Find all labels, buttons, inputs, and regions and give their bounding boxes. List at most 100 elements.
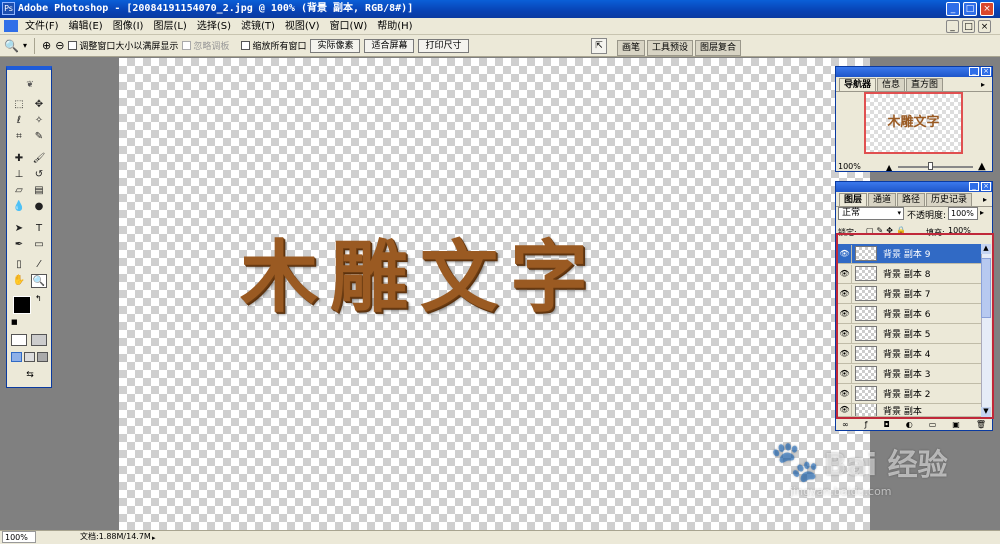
jump-to-imageready-icon[interactable]: ⇆ [13, 370, 47, 384]
layer-row[interactable]: 👁 背景 副本 8 [838, 264, 981, 284]
lasso-tool-icon[interactable]: ℓ [11, 114, 27, 128]
dodge-tool-icon[interactable]: ● [31, 200, 47, 214]
panel-minimize-button[interactable]: _ [969, 67, 979, 76]
lock-options-icon[interactable]: ▢✎✥🔒 [866, 226, 909, 235]
marquee-tool-icon[interactable]: ⬚ [11, 98, 27, 112]
navigator-zoom-slider-handle[interactable] [928, 162, 933, 170]
resize-windows-checkbox[interactable]: 调整窗口大小以满屏显示 [68, 39, 178, 52]
standard-mode-icon[interactable] [11, 334, 27, 346]
magic-wand-tool-icon[interactable]: ✧ [31, 114, 47, 128]
restore-button[interactable]: □ [963, 2, 977, 16]
layer-row[interactable]: 👁 背景 副本 6 [838, 304, 981, 324]
menu-select[interactable]: 选择(S) [192, 18, 236, 35]
layer-row[interactable]: 👁 背景 副本 3 [838, 364, 981, 384]
new-layer-icon[interactable]: ▣ [952, 420, 960, 430]
layer-row[interactable]: 👁 背景 副本 7 [838, 284, 981, 304]
minimize-button[interactable]: _ [946, 2, 960, 16]
panel-close-button[interactable]: × [981, 67, 991, 76]
zoom-tool-icon[interactable]: 🔍 [31, 274, 47, 288]
close-button[interactable]: × [980, 2, 994, 16]
eraser-tool-icon[interactable]: ▱ [11, 184, 27, 198]
tab-navigator[interactable]: 导航器 [839, 78, 877, 91]
eye-icon[interactable]: 👁 [838, 244, 852, 263]
tab-info[interactable]: 信息 [877, 78, 906, 91]
hand-tool-icon[interactable]: ✋ [11, 274, 27, 288]
default-colors-icon[interactable]: ■ [11, 318, 18, 326]
menu-window[interactable]: 窗口(W) [325, 18, 373, 35]
doc-minimize-button[interactable]: _ [946, 20, 959, 33]
panel-minimize-button[interactable]: _ [969, 182, 979, 191]
scroll-up-icon[interactable]: ▲ [981, 244, 991, 254]
adjustment-layer-icon[interactable]: ◐ [906, 420, 913, 430]
notes-tool-icon[interactable]: ▯ [11, 258, 27, 272]
panel-menu-icon[interactable]: ▸ [981, 80, 985, 89]
menu-image[interactable]: 图像(I) [108, 18, 149, 35]
checkbox-box[interactable] [68, 41, 78, 50]
print-size-button[interactable]: 打印尺寸 [418, 38, 469, 53]
eye-icon[interactable]: 👁 [838, 324, 852, 343]
opacity-arrow-icon[interactable]: ▸ [980, 208, 984, 217]
eye-icon[interactable]: 👁 [838, 364, 852, 383]
pen-tool-icon[interactable]: ✒ [11, 238, 27, 252]
tab-channels[interactable]: 通道 [868, 193, 897, 206]
blur-tool-icon[interactable]: 💧 [11, 200, 27, 214]
menu-layer[interactable]: 图层(L) [148, 18, 191, 35]
zoom-out-small-icon[interactable]: ▲ [886, 163, 892, 172]
shape-tool-icon[interactable]: ▭ [31, 238, 47, 252]
zoom-all-windows-checkbox[interactable]: 缩放所有窗口 [241, 39, 306, 52]
screen-mode-full-icon[interactable] [37, 352, 48, 362]
status-menu-icon[interactable]: ▸ [152, 532, 156, 544]
swap-colors-icon[interactable]: ↰ [35, 294, 42, 303]
layer-row[interactable]: 👁 背景 副本 9 [838, 244, 981, 264]
fill-value[interactable]: 100% [948, 226, 978, 238]
eye-icon[interactable]: 👁 [838, 404, 852, 416]
history-brush-tool-icon[interactable]: ↺ [31, 168, 47, 182]
eye-icon[interactable]: 👁 [838, 284, 852, 303]
screen-mode-full-menu-icon[interactable] [24, 352, 35, 362]
zoom-in-icon[interactable]: ⊕ [42, 39, 51, 52]
delete-layer-icon[interactable]: 🗑 [976, 420, 986, 430]
layer-row[interactable]: 👁 背景 副本 2 [838, 384, 981, 404]
palette-well-tab-brushes[interactable]: 画笔 [617, 40, 646, 56]
chevron-down-icon[interactable]: ▾ [23, 41, 27, 50]
checkbox-box[interactable] [241, 41, 251, 50]
opacity-input[interactable]: 100% [948, 207, 978, 220]
eye-icon[interactable]: 👁 [838, 384, 852, 403]
layer-row[interactable]: 👁 背景 副本 5 [838, 324, 981, 344]
link-layers-icon[interactable]: ∞ [842, 420, 849, 430]
eye-icon[interactable]: 👁 [838, 304, 852, 323]
layer-row[interactable]: 👁 背景 副本 [838, 404, 981, 417]
actual-pixels-button[interactable]: 实际像素 [310, 38, 361, 53]
healing-brush-tool-icon[interactable]: ✚ [11, 152, 27, 166]
document-icon[interactable] [4, 20, 18, 32]
scroll-down-icon[interactable]: ▼ [981, 407, 991, 417]
brush-tool-icon[interactable]: 🖌 [31, 152, 47, 166]
navigator-zoom-slider[interactable] [898, 166, 973, 168]
eye-icon[interactable]: 👁 [838, 264, 852, 283]
move-tool-icon[interactable]: ✥ [31, 98, 47, 112]
new-group-icon[interactable]: ▭ [929, 420, 937, 430]
eye-icon[interactable]: 👁 [838, 344, 852, 363]
feather-logo-icon[interactable]: ❦ [13, 78, 47, 92]
tab-histogram[interactable]: 直方图 [906, 78, 944, 91]
zoom-in-small-icon[interactable]: ▲ [978, 161, 986, 172]
palette-well-tab-layer-comps[interactable]: 图层复合 [695, 40, 742, 56]
menu-filter[interactable]: 滤镜(T) [236, 18, 280, 35]
menu-view[interactable]: 视图(V) [280, 18, 325, 35]
scrollbar-thumb[interactable] [981, 258, 991, 318]
tab-paths[interactable]: 路径 [897, 193, 926, 206]
gradient-tool-icon[interactable]: ▤ [31, 184, 47, 198]
navigator-zoom-value[interactable]: 100% [838, 162, 861, 171]
menu-edit[interactable]: 编辑(E) [64, 18, 108, 35]
quick-mask-mode-icon[interactable] [31, 334, 47, 346]
menu-file[interactable]: 文件(F) [20, 18, 64, 35]
blend-mode-select[interactable]: 正常 ▾ [838, 207, 904, 220]
path-selection-tool-icon[interactable]: ➤ [11, 222, 27, 236]
foreground-color-swatch[interactable] [13, 296, 31, 314]
zoom-tool-icon[interactable]: 🔍 [4, 39, 19, 53]
doc-restore-button[interactable]: □ [962, 20, 975, 33]
palette-well-tab-tool-presets[interactable]: 工具预设 [647, 40, 694, 56]
layer-style-icon[interactable]: ƒ [865, 420, 868, 430]
fit-on-screen-button[interactable]: 适合屏幕 [364, 38, 415, 53]
tab-history[interactable]: 历史记录 [926, 193, 973, 206]
